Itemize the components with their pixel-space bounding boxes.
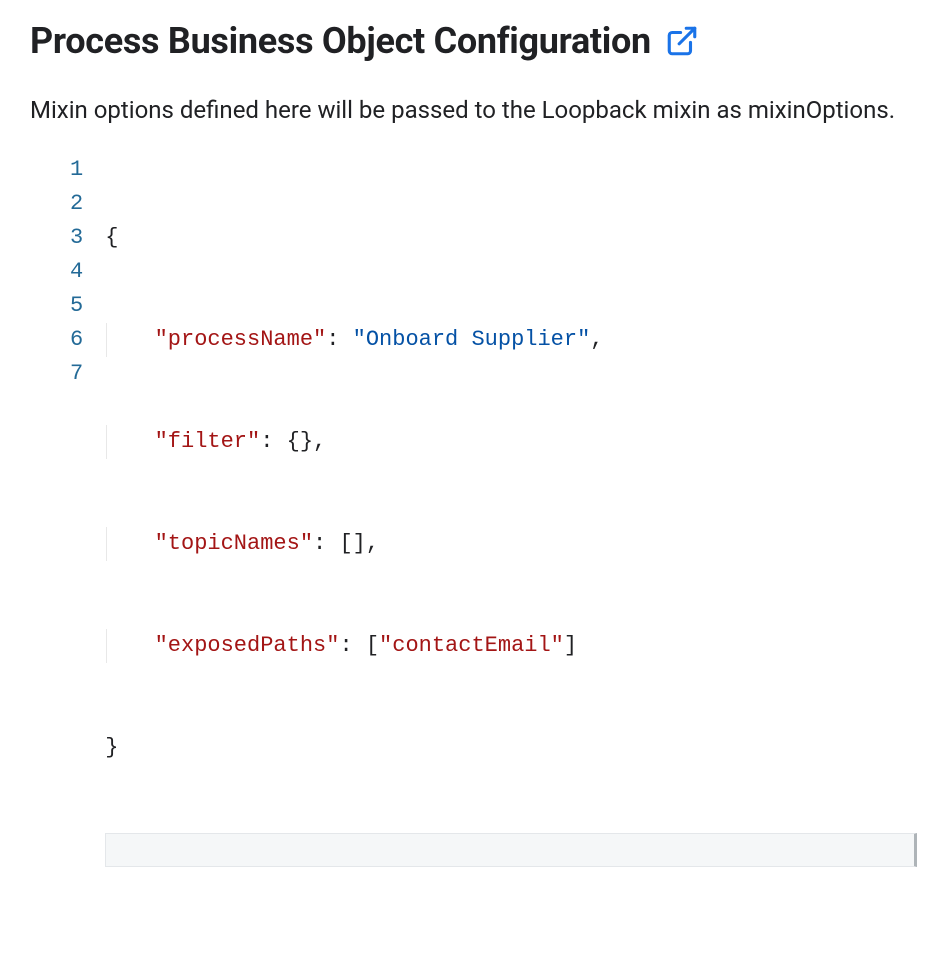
json-key: "topicNames": [155, 531, 313, 556]
json-key: "processName": [155, 327, 327, 352]
json-string-array-item: "contactEmail": [379, 633, 564, 658]
heading-row: Process Business Object Configuration: [30, 20, 916, 62]
line-number: 4: [70, 255, 83, 289]
code-line: {: [105, 221, 914, 255]
comma: ,: [590, 327, 603, 352]
code-line: "processName": "Onboard Supplier",: [106, 323, 914, 357]
bracket-open: [: [366, 633, 379, 658]
line-number: 5: [70, 289, 83, 323]
colon: :: [326, 327, 352, 352]
code-content[interactable]: { "processName": "Onboard Supplier", "fi…: [105, 153, 916, 935]
description-text: Mixin options defined here will be passe…: [30, 92, 910, 129]
comma: ,: [313, 429, 326, 454]
colon: :: [313, 531, 339, 556]
line-number: 6: [70, 323, 83, 357]
colon: :: [339, 633, 365, 658]
open-in-new-icon[interactable]: [665, 24, 699, 58]
json-editor[interactable]: 1 2 3 4 5 6 7 { "processName": "Onboard …: [70, 153, 916, 935]
line-number-gutter: 1 2 3 4 5 6 7: [70, 153, 105, 935]
brace-close: }: [105, 735, 118, 760]
colon: :: [260, 429, 286, 454]
json-empty-array: []: [339, 531, 365, 556]
active-line: [105, 833, 917, 867]
line-number: 2: [70, 187, 83, 221]
bracket-close: ]: [564, 633, 577, 658]
page-title: Process Business Object Configuration: [30, 20, 651, 62]
brace-open: {: [105, 225, 118, 250]
json-key: "filter": [155, 429, 261, 454]
code-line: "topicNames": [],: [106, 527, 914, 561]
code-line: "exposedPaths": ["contactEmail"]: [106, 629, 914, 663]
json-key: "exposedPaths": [155, 633, 340, 658]
code-line: "filter": {},: [106, 425, 914, 459]
json-string-value: "Onboard Supplier": [353, 327, 591, 352]
line-number: 3: [70, 221, 83, 255]
line-number: 1: [70, 153, 83, 187]
comma: ,: [366, 531, 379, 556]
line-number: 7: [70, 357, 83, 391]
config-panel: Process Business Object Configuration Mi…: [0, 0, 946, 955]
json-empty-object: {}: [287, 429, 313, 454]
code-line: }: [105, 731, 914, 765]
